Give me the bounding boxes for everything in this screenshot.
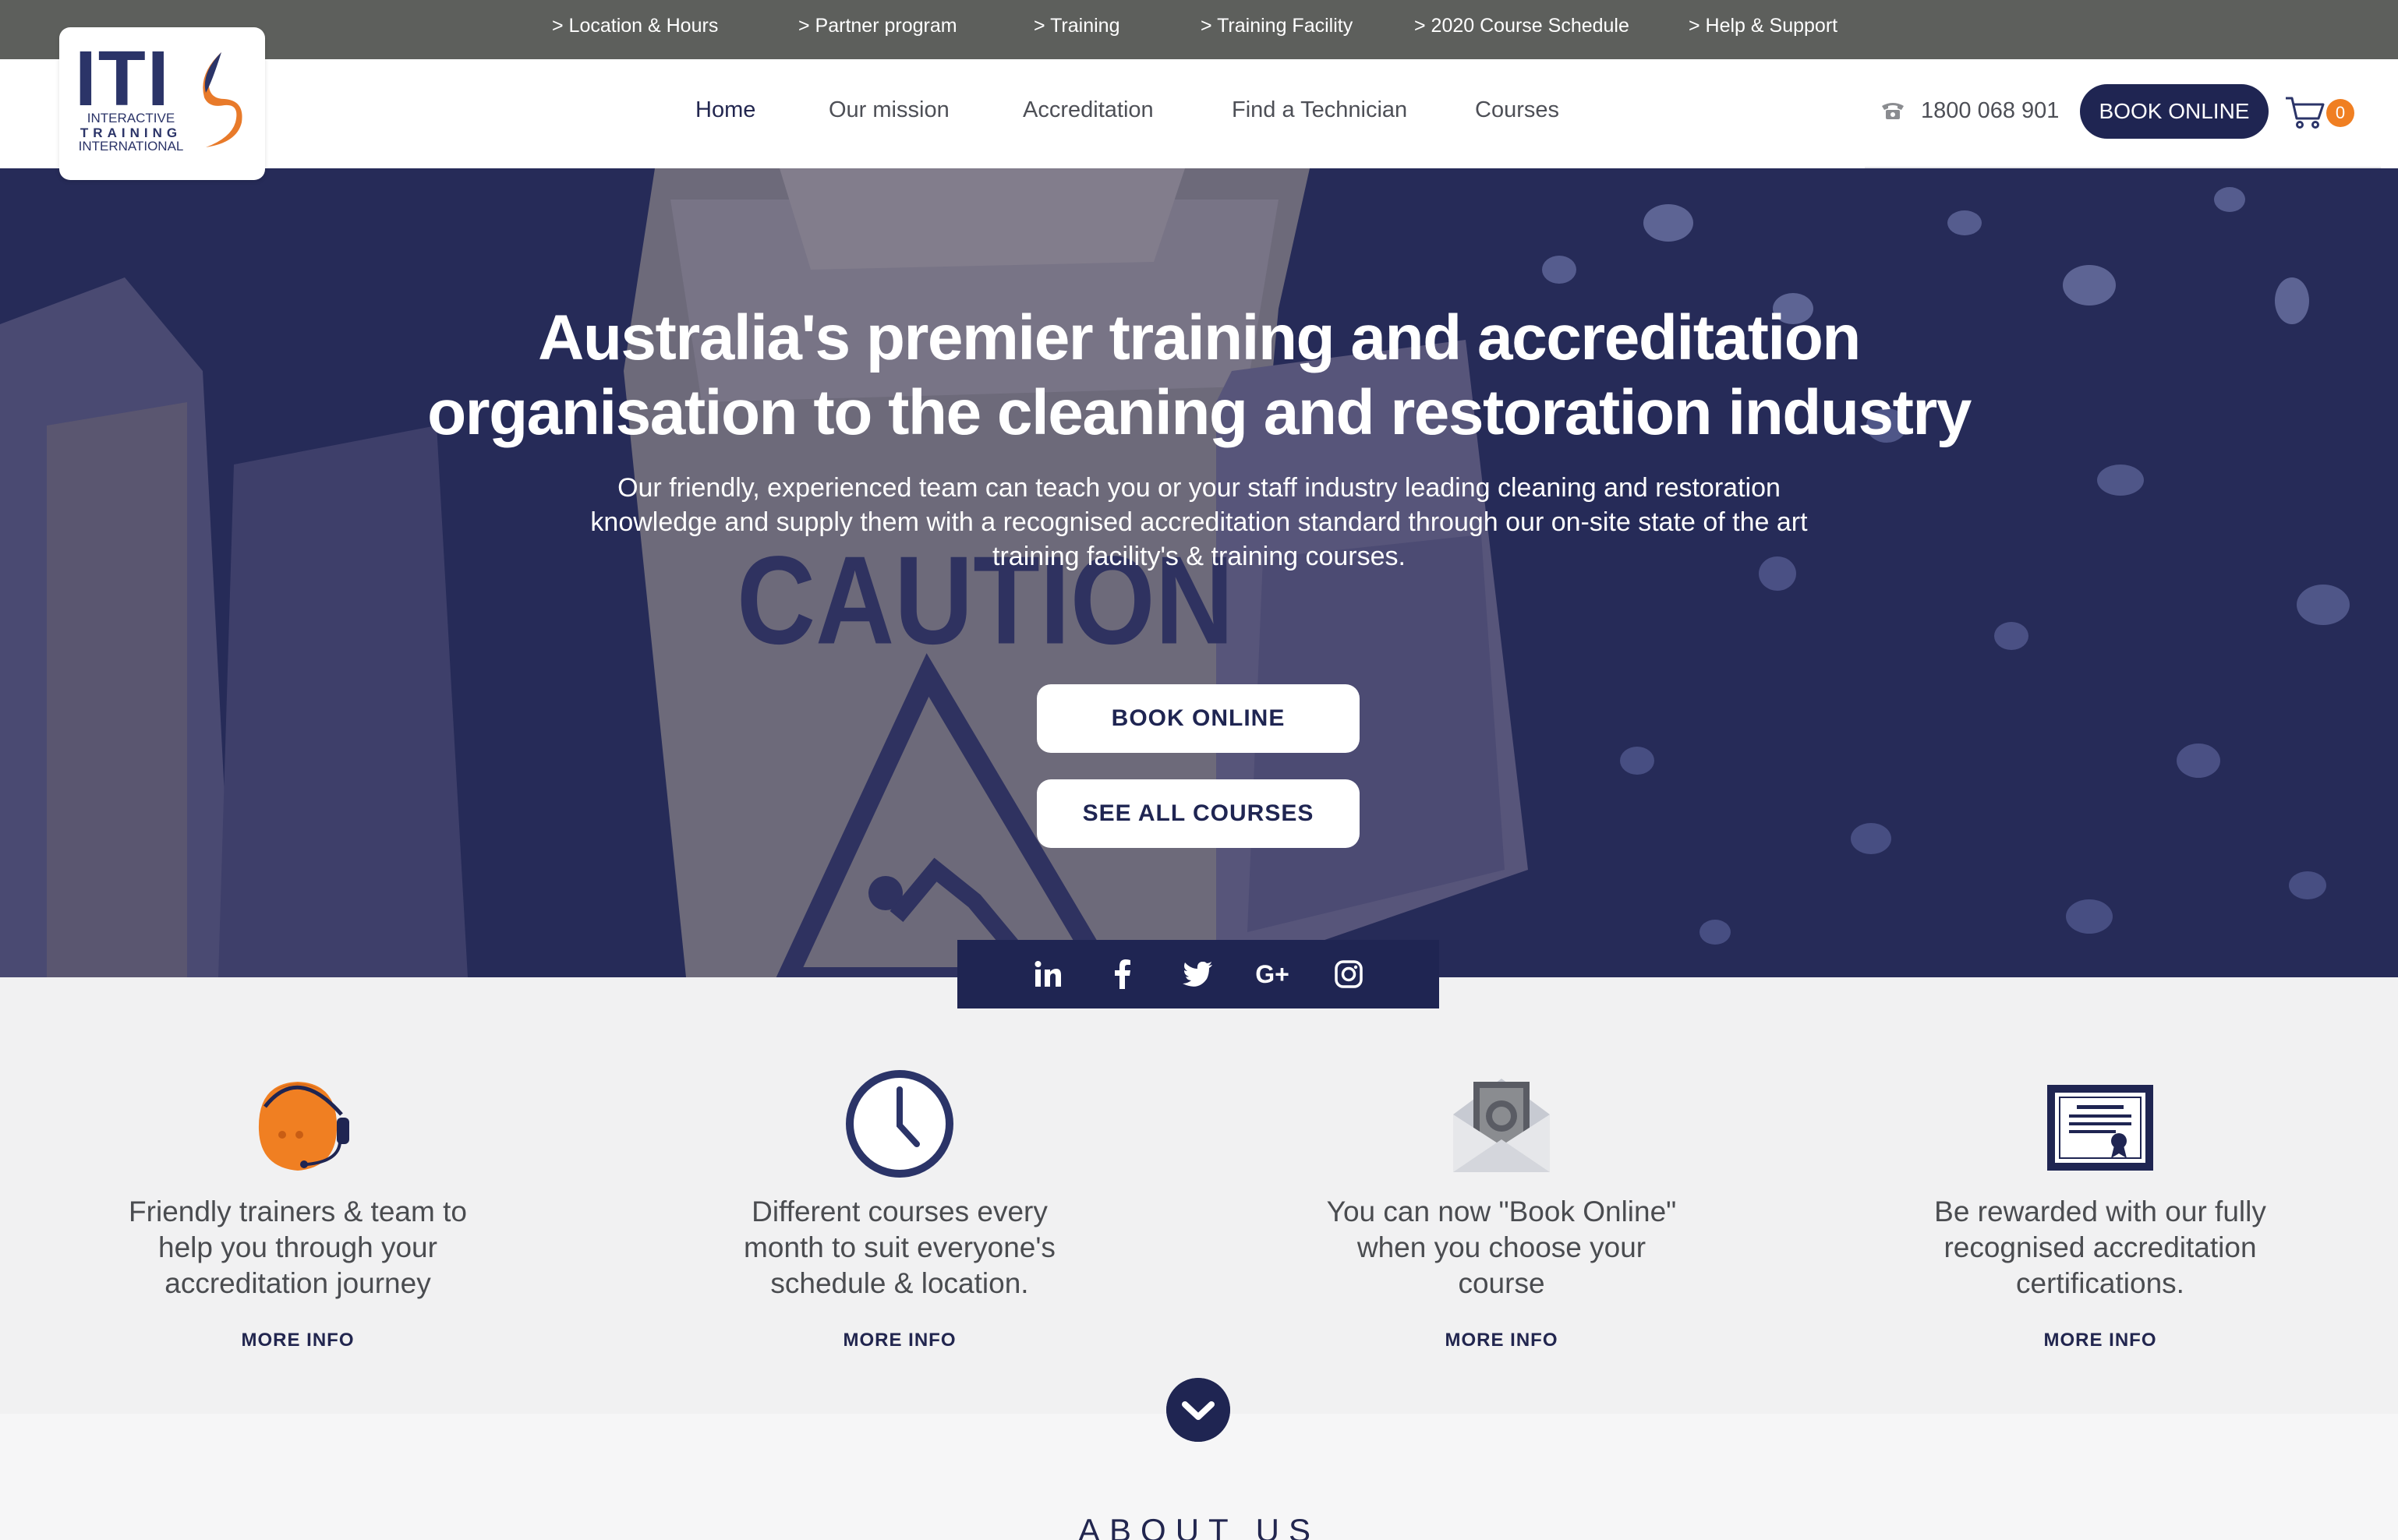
logo-line-training: TRAINING <box>80 125 182 140</box>
twitter-icon[interactable] <box>1179 955 1216 993</box>
nav-home[interactable]: Home <box>695 97 755 123</box>
about-us-heading: ABOUT US <box>1078 1512 1320 1540</box>
nav-our-mission[interactable]: Our mission <box>829 97 950 123</box>
feature-more-info-book-online[interactable]: MORE INFO <box>1314 1330 1689 1351</box>
instagram-icon[interactable] <box>1330 955 1367 993</box>
topbar-link-training[interactable]: > Training <box>1034 15 1120 37</box>
topbar-link-location[interactable]: > Location & Hours <box>552 15 718 37</box>
topbar-link-facility[interactable]: > Training Facility <box>1201 15 1353 37</box>
top-utility-bar: > Location & Hours > Partner program > T… <box>0 0 2398 59</box>
feature-text-book-online: You can now "Book Online" when you choos… <box>1326 1196 1677 1299</box>
site-logo[interactable]: ITI INTERACTIVE TRAINING INTERNATIONAL <box>59 27 265 180</box>
features-section: Friendly trainers & team to help you thr… <box>0 977 2398 1414</box>
logo-swoosh-icon <box>203 52 242 147</box>
nav-find-technician[interactable]: Find a Technician <box>1232 97 1407 123</box>
hero-book-online-button[interactable]: BOOK ONLINE <box>1037 684 1360 753</box>
hero-see-all-courses-button[interactable]: SEE ALL COURSES <box>1037 779 1360 848</box>
cart-icon[interactable] <box>2284 95 2326 129</box>
logo-line-international: INTERNATIONAL <box>78 139 184 154</box>
scroll-down-button[interactable] <box>1166 1378 1230 1442</box>
logo-mark: ITI <box>75 35 171 122</box>
phone-number[interactable]: 1800 068 901 <box>1921 98 2059 124</box>
feature-text-certification: Be rewarded with our fully recognised ac… <box>1934 1196 2266 1299</box>
certificate-icon <box>2047 1085 2153 1171</box>
envelope-money-icon <box>1453 1079 1550 1172</box>
feature-more-info-courses[interactable]: MORE INFO <box>713 1330 1087 1351</box>
feature-more-info-trainers[interactable]: MORE INFO <box>111 1330 485 1351</box>
nav-accreditation[interactable]: Accreditation <box>1023 97 1154 123</box>
google-plus-icon[interactable]: G+ <box>1254 955 1291 993</box>
topbar-link-partner[interactable]: > Partner program <box>798 15 957 37</box>
facebook-icon[interactable] <box>1104 955 1141 993</box>
feature-text-trainers: Friendly trainers & team to help you thr… <box>129 1196 467 1299</box>
hero-section: CAUTION Australia's premier training and… <box>0 168 2398 977</box>
topbar-link-help[interactable]: > Help & Support <box>1689 15 1837 37</box>
hero-subtitle: Our friendly, experienced team can teach… <box>590 473 1808 571</box>
headset-icon <box>258 1082 349 1171</box>
book-online-header-button[interactable]: BOOK ONLINE <box>2080 84 2269 139</box>
logo-line-interactive: INTERACTIVE <box>87 111 175 125</box>
cart-count-badge: 0 <box>2326 99 2354 127</box>
linkedin-icon[interactable] <box>1029 955 1066 993</box>
clock-icon <box>846 1070 953 1178</box>
topbar-link-schedule[interactable]: > 2020 Course Schedule <box>1414 15 1629 37</box>
social-links-bar: G+ <box>957 940 1439 1008</box>
hero-title: Australia's premier training and accredi… <box>427 302 1972 448</box>
nav-courses[interactable]: Courses <box>1475 97 1559 123</box>
phone-icon <box>1882 103 1904 119</box>
feature-more-info-certification[interactable]: MORE INFO <box>1913 1330 2287 1351</box>
feature-text-courses: Different courses every month to suit ev… <box>744 1196 1056 1299</box>
main-header: Home Our mission Accreditation Find a Te… <box>0 59 2398 170</box>
